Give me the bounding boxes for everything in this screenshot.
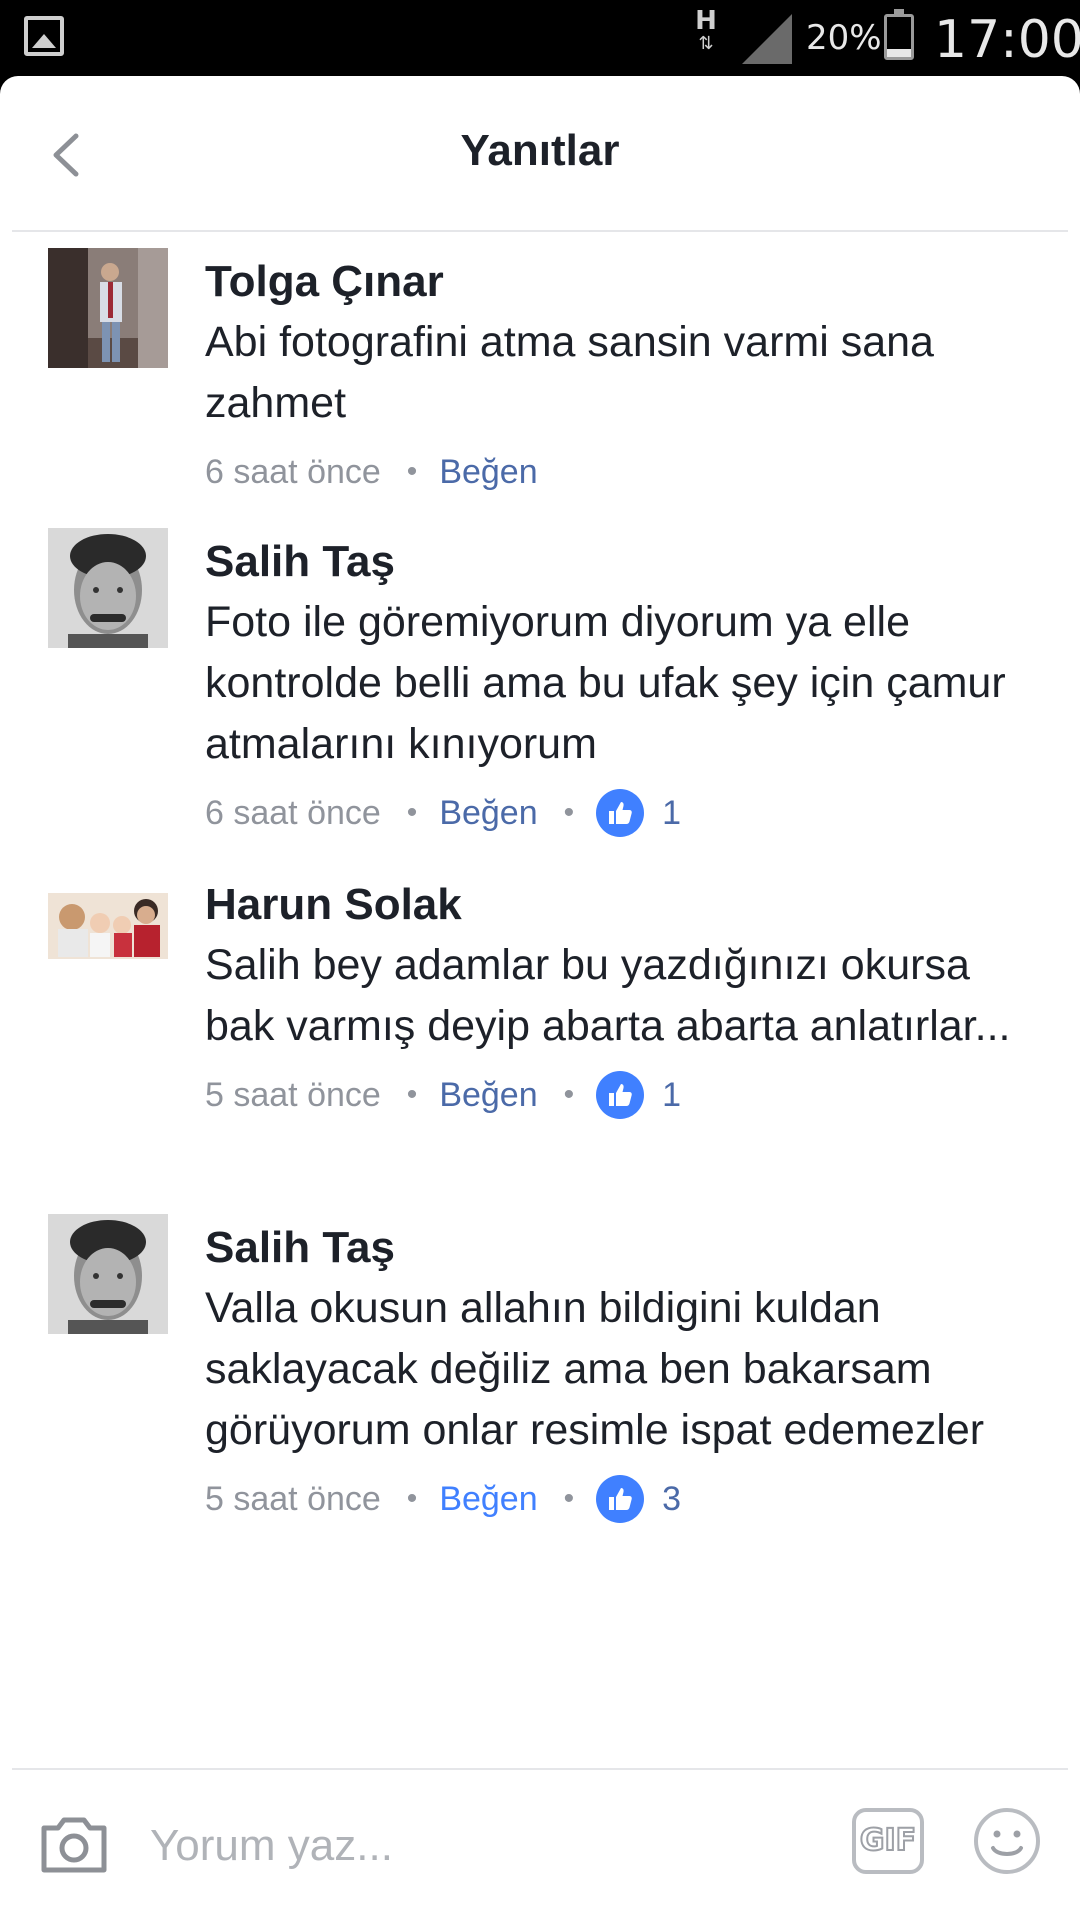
separator-dot: • xyxy=(406,1078,418,1111)
comment-author[interactable]: Salih Taş xyxy=(205,528,1045,592)
signal-icon xyxy=(742,14,792,64)
avatar-image xyxy=(48,248,168,368)
comment-input[interactable] xyxy=(150,1806,790,1886)
comment-body: Salih Taş Foto ile göremiyorum diyorum y… xyxy=(205,528,1045,845)
comment-meta: 6 saat önce • Beğen xyxy=(205,440,1045,504)
comment-item: Salih Taş Valla okusun allahın bildigini… xyxy=(0,1214,1080,1614)
avatar-image xyxy=(48,528,168,648)
thumbs-up-icon[interactable] xyxy=(596,1475,645,1523)
comment-meta: 6 saat önce • Beğen • 1 xyxy=(205,781,1045,845)
separator-dot: • xyxy=(563,796,575,829)
comment-timestamp: 6 saat önce xyxy=(205,793,381,832)
comment-body: Tolga Çınar Abi fotografini atma sansin … xyxy=(205,248,1045,504)
comment-author[interactable]: Harun Solak xyxy=(205,871,1045,935)
like-count[interactable]: 3 xyxy=(662,1480,681,1519)
like-button[interactable]: Beğen xyxy=(439,794,537,833)
comment-body: Harun Solak Salih bey adamlar bu yazdığı… xyxy=(205,871,1045,1127)
comment-meta: 5 saat önce • Beğen • 1 xyxy=(205,1063,1045,1127)
camera-icon xyxy=(41,1817,107,1873)
comment-text: Valla okusun allahın bildigini kuldan sa… xyxy=(205,1284,985,1454)
like-button[interactable]: Beğen xyxy=(439,453,537,492)
emoji-button[interactable] xyxy=(972,1806,1042,1876)
comment-item: Salih Taş Foto ile göremiyorum diyorum y… xyxy=(0,528,1080,871)
battery-level xyxy=(887,49,911,57)
comment-meta: 5 saat önce • Beğen • 3 xyxy=(205,1467,1045,1531)
like-button[interactable]: Beğen xyxy=(439,1480,537,1519)
avatar-image xyxy=(48,1214,168,1334)
avatar[interactable] xyxy=(48,1214,168,1334)
gallery-icon xyxy=(24,16,64,56)
gif-icon[interactable]: GIF xyxy=(852,1808,924,1874)
thumbs-up-icon[interactable] xyxy=(596,789,645,837)
like-count[interactable]: 1 xyxy=(662,1076,681,1115)
comment-text: Salih bey adamlar bu yazdığınızı okursa … xyxy=(205,941,1011,1050)
comment-list: Tolga Çınar Abi fotografini atma sansin … xyxy=(0,248,1080,1614)
page-title: Yanıtlar xyxy=(460,126,620,175)
clock: 17:00 xyxy=(934,10,1080,70)
comment-text: Abi fotografini atma sansin varmi sana z… xyxy=(205,318,934,427)
comment-author[interactable]: Salih Taş xyxy=(205,1214,1045,1278)
separator-dot: • xyxy=(406,1482,418,1515)
separator-dot: • xyxy=(406,796,418,829)
comment-text: Foto ile göremiyorum diyorum ya elle kon… xyxy=(205,598,1006,768)
separator-dot: • xyxy=(563,1482,575,1515)
comment-composer: GIF xyxy=(12,1768,1068,1920)
avatar[interactable] xyxy=(48,528,168,648)
battery-percent: 20% xyxy=(806,18,882,58)
comment-timestamp: 5 saat önce xyxy=(205,1075,381,1114)
battery-icon xyxy=(884,9,914,60)
comment-author[interactable]: Tolga Çınar xyxy=(205,248,1045,312)
data-transfer-icon: H ⇅ xyxy=(695,6,717,54)
avatar[interactable] xyxy=(48,248,168,368)
like-button[interactable]: Beğen xyxy=(439,1076,537,1115)
comment-body: Salih Taş Valla okusun allahın bildigini… xyxy=(205,1214,1045,1531)
avatar-image xyxy=(48,871,168,991)
status-bar: H ⇅ 20% 17:00 xyxy=(0,0,1080,76)
camera-button[interactable] xyxy=(38,1812,110,1876)
avatar[interactable] xyxy=(48,871,168,991)
comment-timestamp: 6 saat önce xyxy=(205,452,381,491)
comment-timestamp: 5 saat önce xyxy=(205,1479,381,1518)
separator-dot: • xyxy=(406,455,418,488)
comment-item: Harun Solak Salih bey adamlar bu yazdığı… xyxy=(0,871,1080,1214)
thumbs-up-icon[interactable] xyxy=(596,1071,645,1119)
separator-dot: • xyxy=(563,1078,575,1111)
replies-sheet: Yanıtlar Tolga Çınar Abi fotografini atm… xyxy=(0,76,1080,1920)
network-type: H xyxy=(695,6,717,36)
header: Yanıtlar xyxy=(12,76,1068,232)
like-count[interactable]: 1 xyxy=(662,794,681,833)
emoji-icon xyxy=(974,1808,1040,1874)
comment-item: Tolga Çınar Abi fotografini atma sansin … xyxy=(0,248,1080,528)
